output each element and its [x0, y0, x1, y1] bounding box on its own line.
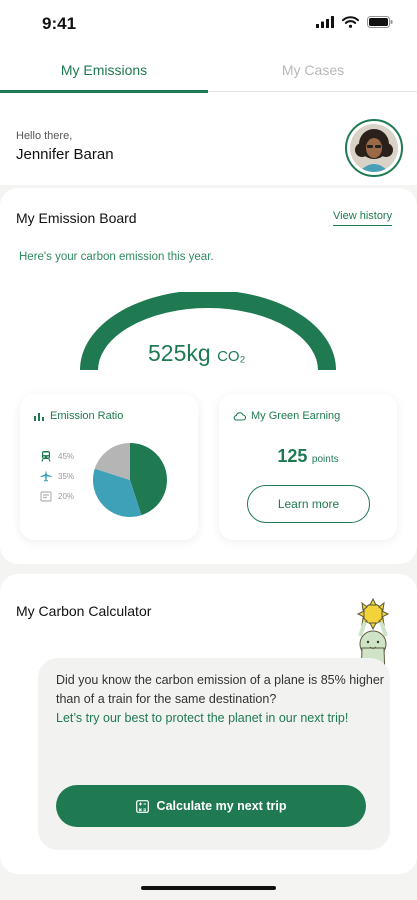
green-earning-title: My Green Earning	[251, 410, 341, 422]
avatar-portrait-icon	[350, 124, 398, 172]
calculate-trip-label: Calculate my next trip	[156, 799, 287, 813]
active-tab-indicator	[0, 90, 208, 93]
emission-ratio-pie	[93, 443, 168, 517]
legend-item-train: 45%	[40, 450, 74, 462]
plane-icon	[40, 470, 52, 482]
status-icons	[316, 16, 393, 28]
signal-icon	[316, 16, 334, 28]
tab-bar: My Emissions My Cases	[0, 56, 417, 94]
green-earning-header: My Green Earning	[233, 410, 340, 422]
user-name: Jennifer Baran	[16, 146, 114, 163]
carbon-cta-text: Let’s try our best to protect the planet…	[56, 711, 349, 725]
wifi-icon	[342, 16, 359, 28]
green-points-value: 125	[277, 446, 308, 466]
green-points: 125 points	[219, 446, 397, 467]
emission-board-subtitle: Here's your carbon emission this year.	[19, 251, 214, 263]
tab-my-emissions[interactable]: My Emissions	[0, 56, 208, 92]
legend-train-percent: 45%	[58, 451, 75, 461]
legend-other-percent: 20%	[58, 491, 75, 501]
tab-my-cases[interactable]: My Cases	[209, 56, 417, 92]
avatar[interactable]	[345, 119, 403, 177]
legend-item-other: 20%	[40, 490, 74, 502]
view-history-link[interactable]: View history	[333, 210, 393, 226]
learn-more-button[interactable]: Learn more	[247, 485, 370, 523]
emission-total: 525kg CO₂	[148, 340, 245, 367]
cloud-icon	[233, 412, 246, 421]
carbon-tip-text: Did you know the carbon emission of a pl…	[56, 671, 386, 728]
legend-item-plane: 35%	[40, 470, 74, 482]
calculator-icon	[135, 799, 149, 813]
status-time: 9:41	[42, 14, 77, 33]
carbon-fact-text: Did you know the carbon emission of a pl…	[56, 673, 384, 706]
emission-total-value: 525kg	[148, 340, 211, 366]
bar-chart-icon	[34, 413, 44, 421]
home-indicator[interactable]	[141, 886, 276, 890]
emission-ratio-header: Emission Ratio	[34, 410, 123, 422]
emission-ratio-card[interactable]: Emission Ratio 45% 35% 20%	[20, 394, 198, 540]
carbon-calculator-title: My Carbon Calculator	[16, 603, 152, 619]
emission-board-title: My Emission Board	[16, 210, 137, 226]
greeting-text: Hello there,	[16, 130, 73, 142]
calculate-trip-button[interactable]: Calculate my next trip	[56, 785, 366, 827]
battery-icon	[367, 16, 393, 28]
legend-plane-percent: 35%	[58, 471, 75, 481]
other-icon	[40, 491, 52, 502]
train-icon	[41, 451, 51, 462]
emission-ratio-title: Emission Ratio	[50, 410, 124, 422]
tab-divider	[208, 91, 417, 92]
green-points-unit: points	[311, 454, 339, 465]
emission-total-unit: CO₂	[217, 348, 246, 365]
green-earning-card[interactable]: My Green Earning 125 points Learn more	[219, 394, 397, 540]
status-bar: 9:41	[0, 0, 417, 50]
